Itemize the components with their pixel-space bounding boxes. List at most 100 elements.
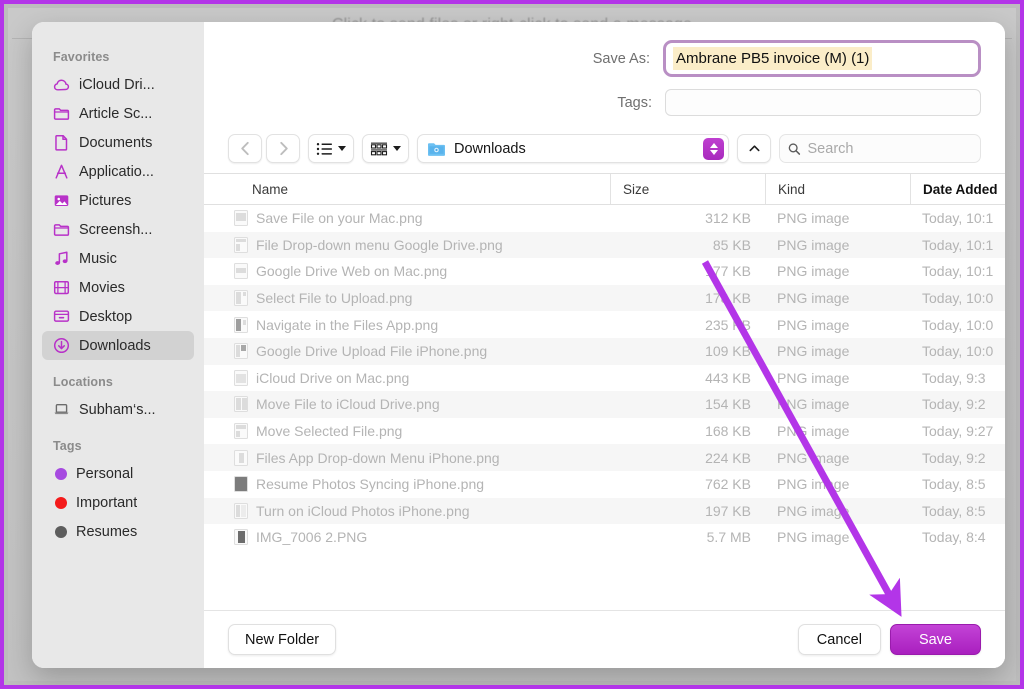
table-row[interactable]: Resume Photos Syncing iPhone.png 762 KB PN… — [204, 471, 1005, 498]
file-name-label: Save File on your Mac.png — [256, 210, 423, 227]
column-header-date-added[interactable]: Date Added — [910, 174, 1005, 204]
sidebar-section-header-tags: Tags — [53, 439, 82, 453]
stepper-down-icon — [709, 149, 718, 155]
file-kind-cell: PNG image — [777, 316, 850, 333]
file-thumbnail-icon — [234, 290, 248, 307]
enclosing-folder-button[interactable] — [737, 134, 771, 163]
file-kind-cell: PNG image — [777, 529, 850, 546]
back-button[interactable] — [228, 134, 262, 163]
chevron-up-icon — [749, 145, 759, 152]
sidebar-item-music[interactable]: Music — [42, 244, 194, 273]
sidebar-item-pictures[interactable]: Pictures — [42, 186, 194, 215]
sidebar-item-movies[interactable]: Movies — [42, 273, 194, 302]
file-name-label: Move Selected File.png — [256, 423, 403, 440]
column-header-name[interactable]: Name — [204, 174, 610, 204]
file-date-added-cell: Today, 10:0 — [922, 343, 994, 360]
search-input[interactable] — [807, 140, 972, 157]
file-date-added-cell: Today, 10:1 — [922, 236, 994, 253]
tags-label: Tags: — [617, 94, 652, 111]
table-row[interactable]: Select File to Upload.png 178 KB PNG image… — [204, 284, 1005, 312]
column-headers: Name Size Kind Date Added — [204, 174, 1005, 205]
sidebar-item-subham-s[interactable]: Subham‘s... — [42, 395, 194, 424]
file-kind-cell: PNG image — [777, 263, 850, 280]
tag-dot-icon — [55, 496, 67, 509]
annotated-frame: Click to send files or right-click to se… — [0, 0, 1024, 689]
file-thumbnail-icon — [234, 529, 248, 546]
file-kind-cell: PNG image — [777, 396, 850, 413]
table-row[interactable]: Google Drive Upload File iPhone.png 109 K… — [204, 337, 1005, 365]
path-popup-button[interactable]: Downloads — [417, 134, 729, 163]
file-name-cell: IMG_7006 2.PNG — [204, 529, 610, 546]
table-row[interactable]: Google Drive Web on Mac.png 177 KB PNG ima… — [204, 258, 1005, 285]
sidebar-item-resumes[interactable]: Resumes — [42, 517, 194, 546]
file-name-cell: Google Drive Web on Mac.png — [204, 263, 610, 280]
file-thumbnail-icon — [234, 263, 248, 280]
sidebar-item-important[interactable]: Important — [42, 488, 194, 517]
chevron-down-icon — [338, 146, 346, 151]
sidebar-item-personal[interactable]: Personal — [42, 459, 194, 488]
table-row[interactable]: Files App Drop-down Menu iPhone.png 224 K… — [204, 444, 1005, 471]
dialog-main-pane: Save As: Ambrane PB5 invoice (M) (1) Tag… — [204, 22, 1005, 668]
save-button[interactable]: Save — [889, 624, 981, 655]
save-as-field-wrapper[interactable]: Ambrane PB5 invoice (M) (1) — [663, 40, 981, 77]
file-name-label: Turn on iCloud Photos iPhone.png — [256, 502, 470, 519]
document-icon — [55, 134, 68, 151]
sidebar-item-documents[interactable]: Documents — [42, 128, 194, 157]
tag-dot-icon — [55, 525, 67, 538]
file-thumbnail-icon — [234, 423, 248, 440]
table-row[interactable]: Navigate in the Files App.png 235 KB PNG i… — [204, 311, 1005, 338]
sidebar-item-desktop[interactable]: Desktop — [42, 302, 194, 331]
file-name-label: Google Drive Web on Mac.png — [256, 263, 448, 280]
file-name-label: Files App Drop-down Menu iPhone.png — [256, 449, 500, 466]
downloads-folder-icon — [428, 142, 445, 156]
file-name-label: IMG_7006 2.PNG — [256, 529, 368, 546]
file-date-added-cell: Today, 10:0 — [922, 290, 994, 307]
sidebar-item-label: Personal — [76, 465, 134, 482]
tags-input[interactable] — [665, 89, 981, 116]
sidebar-item-article-sc[interactable]: Article Sc... — [42, 99, 194, 128]
group-by-button[interactable] — [362, 134, 409, 163]
stepper-up-icon — [709, 142, 718, 148]
sidebar[interactable]: Favorites iCloud Dri... Article Sc... Docum… — [32, 22, 204, 668]
path-stepper[interactable] — [703, 137, 724, 160]
downloads-icon — [53, 337, 70, 354]
file-name-cell: Google Drive Upload File iPhone.png — [204, 343, 610, 360]
column-header-kind[interactable]: Kind — [765, 174, 910, 204]
file-name-cell: Select File to Upload.png — [204, 290, 610, 307]
file-name-label: iCloud Drive on Mac.png — [256, 369, 410, 386]
save-as-input[interactable]: Ambrane PB5 invoice (M) (1) — [668, 45, 976, 72]
chevron-down-icon — [393, 146, 401, 151]
file-kind-cell: PNG image — [777, 343, 850, 360]
folder-icon — [53, 224, 70, 236]
pictures-icon — [54, 195, 69, 207]
file-thumbnail-icon — [234, 236, 248, 253]
save-dialog: Favorites iCloud Dri... Article Sc... Docum… — [32, 22, 1005, 668]
sidebar-item-label: Applicatio... — [79, 163, 154, 180]
sidebar-item-applicatio[interactable]: Applicatio... — [42, 157, 194, 186]
sidebar-item-downloads[interactable]: Downloads — [42, 331, 194, 360]
new-folder-button[interactable]: New Folder — [228, 624, 337, 655]
table-row[interactable]: File Drop-down menu Google Drive.png 85 K… — [204, 231, 1005, 259]
sidebar-item-screensh[interactable]: Screensh... — [42, 215, 194, 244]
file-kind-cell: PNG image — [777, 236, 850, 253]
sidebar-item-icloud-dri[interactable]: iCloud Dri... — [42, 70, 194, 99]
table-row[interactable]: iCloud Drive on Mac.png 443 KB PNG image To… — [204, 365, 1005, 392]
forward-button[interactable] — [266, 134, 300, 163]
file-kind-cell: PNG image — [777, 476, 850, 493]
file-date-added-cell: Today, 10:0 — [922, 316, 994, 333]
table-row[interactable]: Move Selected File.png 168 KB PNG image Tod… — [204, 418, 1005, 445]
table-row[interactable]: Turn on iCloud Photos iPhone.png 197 KB PN… — [204, 497, 1005, 525]
cancel-button[interactable]: Cancel — [797, 624, 881, 655]
file-size-cell: 168 KB — [705, 423, 751, 440]
view-list-button[interactable] — [308, 134, 354, 163]
file-kind-cell: PNG image — [777, 449, 850, 466]
file-rows[interactable]: Save File on your Mac.png 312 KB PNG image… — [204, 205, 1005, 610]
file-size-cell: 224 KB — [705, 449, 751, 466]
column-header-size[interactable]: Size — [610, 174, 765, 204]
table-row[interactable]: Save File on your Mac.png 312 KB PNG image… — [204, 205, 1005, 232]
music-note-icon — [55, 251, 68, 265]
file-name-label: Move File to iCloud Drive.png — [256, 396, 440, 413]
table-row[interactable]: IMG_7006 2.PNG 5.7 MB PNG image Today, 8:4 — [204, 524, 1005, 551]
table-row[interactable]: Move File to iCloud Drive.png 154 KB PNG i… — [204, 391, 1005, 418]
search-field-wrapper[interactable] — [779, 134, 981, 163]
